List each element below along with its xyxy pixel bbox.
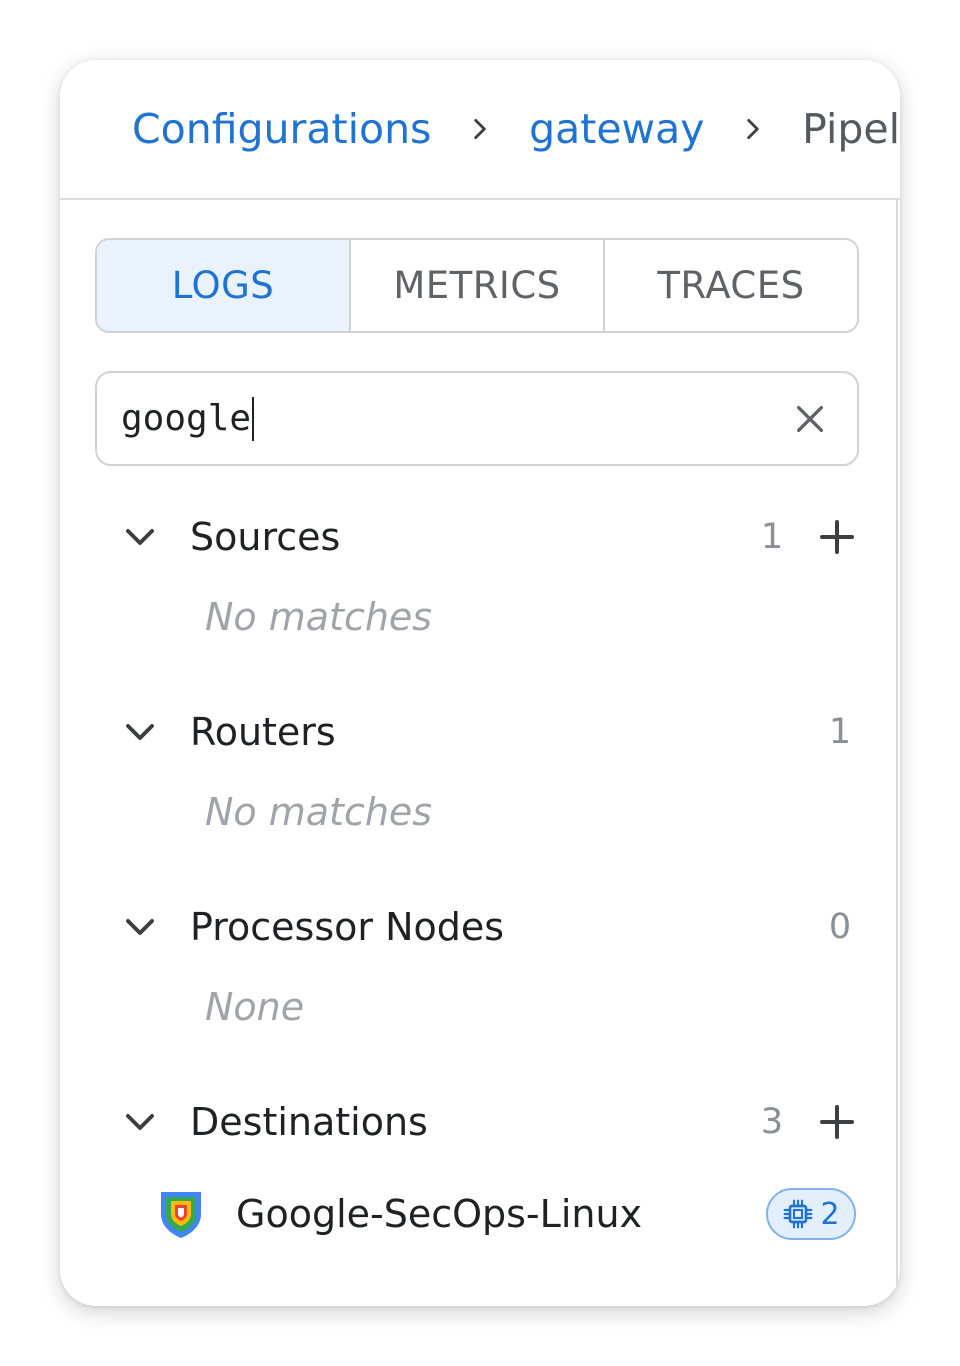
destination-item-google-secops-linux[interactable]: Google-SecOps-Linux 2: [156, 1183, 856, 1245]
breadcrumb-current-page: Pipel: [802, 105, 900, 153]
section-sources-title: Sources: [190, 515, 341, 559]
section-routers: Routers 1: [120, 702, 860, 762]
breadcrumb: Configurations gateway Pipel: [60, 60, 900, 200]
chevron-down-icon[interactable]: [120, 517, 160, 557]
routers-empty-text: No matches: [205, 790, 433, 834]
section-destinations: Destinations 3: [120, 1092, 860, 1152]
chevron-down-icon[interactable]: [120, 1102, 160, 1142]
breadcrumb-configurations-link[interactable]: Configurations: [132, 105, 431, 153]
destination-item-label: Google-SecOps-Linux: [236, 1192, 643, 1236]
section-processor-nodes-title: Processor Nodes: [190, 905, 505, 949]
tab-logs[interactable]: LOGS: [97, 240, 349, 331]
chevron-right-icon: [431, 116, 529, 142]
add-destination-button[interactable]: [814, 1099, 860, 1145]
section-processor-nodes: Processor Nodes 0: [120, 897, 860, 957]
processor-count: 2: [820, 1196, 840, 1232]
sources-empty-text: No matches: [205, 595, 433, 639]
section-destinations-title: Destinations: [190, 1100, 428, 1144]
chevron-down-icon[interactable]: [120, 712, 160, 752]
tab-metrics[interactable]: METRICS: [349, 240, 603, 331]
processor-chip-icon: [784, 1199, 813, 1229]
chevron-down-icon[interactable]: [120, 907, 160, 947]
section-routers-title: Routers: [190, 710, 336, 754]
search-input[interactable]: google: [95, 371, 859, 466]
section-routers-count: 1: [828, 712, 852, 752]
search-input-value[interactable]: google: [121, 396, 255, 441]
section-sources-count: 1: [760, 517, 784, 557]
breadcrumb-gateway-link[interactable]: gateway: [529, 105, 704, 153]
chevron-right-icon: [704, 116, 802, 142]
google-secops-shield-icon: [156, 1189, 206, 1239]
scroll-edge: [896, 200, 898, 1306]
pipeline-panel: Configurations gateway Pipel LOGS METRIC…: [60, 60, 900, 1306]
section-sources: Sources 1: [120, 507, 860, 567]
tab-traces[interactable]: TRACES: [603, 240, 857, 331]
processor-nodes-empty-text: None: [205, 985, 305, 1029]
processor-count-badge[interactable]: 2: [766, 1188, 856, 1240]
telemetry-tabs: LOGS METRICS TRACES: [95, 238, 859, 333]
section-processor-nodes-count: 0: [828, 907, 852, 947]
section-destinations-count: 3: [760, 1102, 784, 1142]
add-source-button[interactable]: [814, 514, 860, 560]
close-icon[interactable]: [793, 402, 827, 436]
